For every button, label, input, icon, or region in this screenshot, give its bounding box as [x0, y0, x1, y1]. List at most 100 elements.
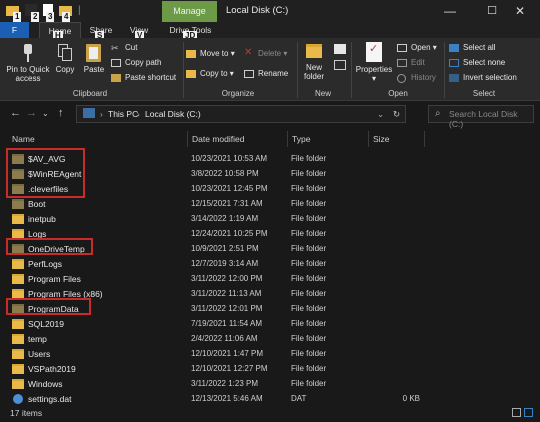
- copy-to-button[interactable]: Copy to ▾: [186, 68, 234, 80]
- refresh-icon[interactable]: ↻: [393, 109, 400, 120]
- manage-tab[interactable]: Manage: [162, 1, 217, 22]
- column-type[interactable]: Type: [292, 134, 310, 144]
- properties-icon: ✓: [366, 42, 382, 62]
- file-name: Program Files: [28, 274, 81, 284]
- pin-to-quick-access-button[interactable]: Pin to Quick access: [3, 44, 53, 83]
- breadcrumb-this-pc[interactable]: This PC: [108, 109, 138, 119]
- large-icons-view-icon[interactable]: [524, 408, 533, 417]
- properties-label: Properties: [355, 65, 393, 74]
- column-name[interactable]: Name: [12, 134, 35, 144]
- minimize-button[interactable]: —: [430, 0, 470, 22]
- list-item[interactable]: temp 2/4/2022 11:06 AM File folder: [0, 332, 540, 347]
- list-item[interactable]: Boot 12/15/2021 7:31 AM File folder: [0, 197, 540, 212]
- edit-button[interactable]: Edit: [397, 57, 425, 69]
- group-label-organize: Organize: [221, 89, 255, 98]
- group-label-new: New: [314, 89, 331, 98]
- copy-to-icon: [186, 70, 196, 78]
- folder-icon: [12, 154, 24, 164]
- paste-button[interactable]: Paste: [81, 42, 107, 74]
- search-placeholder: Search Local Disk (C:): [449, 109, 518, 129]
- list-item[interactable]: Users 12/10/2021 1:47 PM File folder: [0, 347, 540, 362]
- copy-path-button[interactable]: Copy path: [111, 57, 161, 69]
- key-tip-badge: 2: [31, 12, 40, 22]
- address-row: ← → ⌄ ↑ › This PC › Local Disk (C:) ⌄ ↻ …: [0, 102, 540, 129]
- file-date: 12/15/2021 7:31 AM: [191, 199, 263, 208]
- rename-label: Rename: [258, 69, 289, 78]
- close-button[interactable]: ✕: [500, 0, 540, 22]
- list-item[interactable]: Windows 3/11/2022 1:23 PM File folder: [0, 377, 540, 392]
- select-none-label: Select none: [463, 58, 506, 67]
- select-none-button[interactable]: Select none: [449, 57, 505, 69]
- properties-button[interactable]: ✓ Properties ▾: [354, 42, 394, 83]
- file-name: .cleverfiles: [28, 184, 69, 194]
- folder-icon: [12, 229, 24, 239]
- list-item[interactable]: ProgramData 3/11/2022 12:01 PM File fold…: [0, 302, 540, 317]
- details-view-icon[interactable]: [512, 408, 521, 417]
- rename-button[interactable]: Rename: [244, 68, 288, 80]
- easy-access-icon[interactable]: [334, 60, 346, 70]
- chevron-down-icon[interactable]: ⌄: [377, 109, 384, 120]
- file-name: OneDriveTemp: [28, 244, 85, 254]
- edit-icon: [397, 59, 407, 67]
- column-size[interactable]: Size: [373, 134, 390, 144]
- invert-selection-button[interactable]: Invert selection: [449, 72, 517, 84]
- new-item-icon[interactable]: [334, 44, 346, 54]
- window-title: Local Disk (C:): [226, 5, 289, 16]
- list-item[interactable]: inetpub 3/14/2022 1:19 AM File folder: [0, 212, 540, 227]
- delete-button[interactable]: ✕ Delete ▾: [244, 47, 287, 60]
- file-date: 12/10/2021 12:27 PM: [191, 364, 268, 373]
- address-bar[interactable]: › This PC › Local Disk (C:) ⌄ ↻: [76, 105, 406, 123]
- file-type: File folder: [291, 199, 327, 208]
- new-folder-button[interactable]: New folder: [299, 44, 329, 81]
- column-divider[interactable]: [424, 131, 425, 147]
- column-divider[interactable]: [287, 131, 288, 147]
- list-item[interactable]: PerfLogs 12/7/2019 3:14 AM File folder: [0, 257, 540, 272]
- pin-label: Pin to Quick access: [6, 65, 50, 83]
- file-name: PerfLogs: [28, 259, 63, 269]
- file-date: 12/7/2019 3:14 AM: [191, 259, 259, 268]
- file-date: 2/4/2022 11:06 AM: [191, 334, 258, 343]
- list-item[interactable]: $WinREAgent 3/8/2022 10:58 PM File folde…: [0, 167, 540, 182]
- list-item[interactable]: SQL2019 7/19/2021 11:54 AM File folder: [0, 317, 540, 332]
- copy-button[interactable]: Copy: [52, 44, 78, 74]
- list-item[interactable]: Logs 12/24/2021 10:25 PM File folder: [0, 227, 540, 242]
- tab-file[interactable]: F: [0, 22, 29, 38]
- paste-shortcut-button[interactable]: Paste shortcut: [111, 72, 176, 84]
- folder-icon: [12, 364, 24, 374]
- list-item[interactable]: OneDriveTemp 10/9/2021 2:51 PM File fold…: [0, 242, 540, 257]
- column-divider[interactable]: [368, 131, 369, 147]
- file-date: 12/24/2021 10:25 PM: [191, 229, 268, 238]
- recent-locations-chevron-icon[interactable]: ⌄: [42, 109, 49, 118]
- column-divider[interactable]: [187, 131, 188, 147]
- breadcrumb-local-disk[interactable]: Local Disk (C:): [145, 109, 201, 119]
- clipboard-icon: [86, 42, 102, 62]
- group-divider: [297, 42, 298, 98]
- history-button[interactable]: History: [397, 72, 436, 84]
- file-type: File folder: [291, 304, 327, 313]
- list-item[interactable]: Program Files (x86) 3/11/2022 11:13 AM F…: [0, 287, 540, 302]
- select-none-icon: [449, 59, 459, 67]
- select-all-button[interactable]: Select all: [449, 42, 495, 54]
- up-arrow-icon[interactable]: ↑: [58, 107, 64, 119]
- file-name: SQL2019: [28, 319, 64, 329]
- group-label-open: Open: [388, 89, 408, 98]
- list-item[interactable]: $AV_AVG 10/23/2021 10:53 AM File folder: [0, 152, 540, 167]
- file-date: 3/14/2022 1:19 AM: [191, 214, 259, 223]
- column-date-modified[interactable]: Date modified: [192, 134, 244, 144]
- list-item[interactable]: Program Files 3/11/2022 12:00 PM File fo…: [0, 272, 540, 287]
- list-item[interactable]: VSPath2019 12/10/2021 12:27 PM File fold…: [0, 362, 540, 377]
- back-arrow-icon[interactable]: ←: [10, 107, 21, 119]
- column-header: Name Date modified Type Size: [0, 131, 540, 147]
- forward-arrow-icon[interactable]: →: [26, 107, 37, 119]
- file-type: File folder: [291, 319, 327, 328]
- cut-button[interactable]: ✂ Cut: [111, 42, 137, 54]
- open-icon: [397, 44, 407, 52]
- file-name: Program Files (x86): [28, 289, 103, 299]
- open-button[interactable]: Open ▾: [397, 42, 437, 54]
- search-input[interactable]: ⌕ Search Local Disk (C:): [428, 105, 534, 129]
- file-type: File folder: [291, 214, 327, 223]
- move-to-button[interactable]: Move to ▾: [186, 48, 235, 60]
- list-item[interactable]: .cleverfiles 10/23/2021 12:45 PM File fo…: [0, 182, 540, 197]
- file-type: File folder: [291, 289, 327, 298]
- group-divider: [183, 42, 184, 98]
